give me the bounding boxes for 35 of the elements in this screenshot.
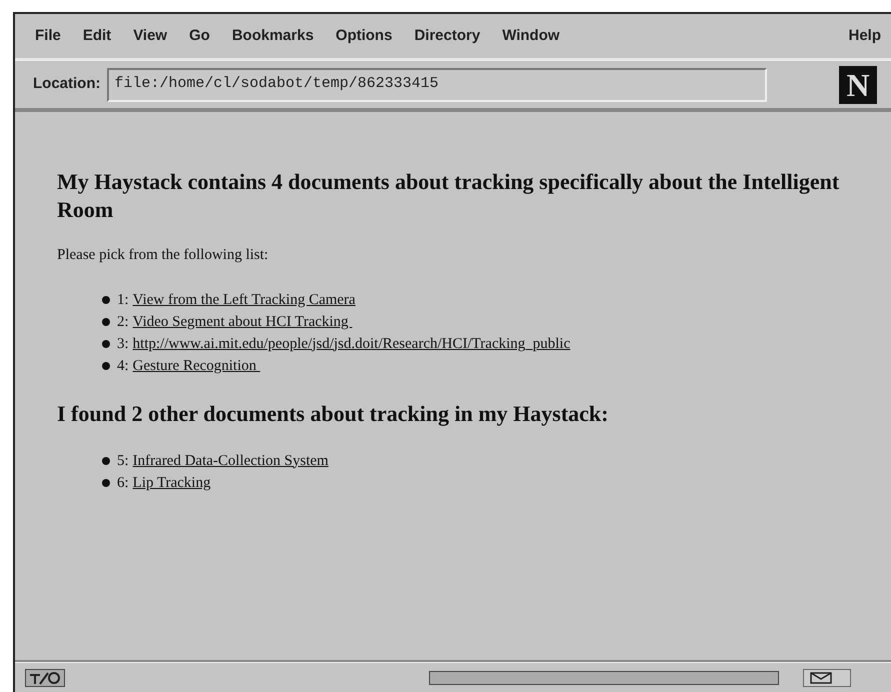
location-label: Location:	[33, 74, 100, 94]
document-link[interactable]: Lip Tracking	[132, 472, 211, 494]
menu-item[interactable]: Window	[502, 24, 560, 48]
item-number: 4:	[117, 356, 129, 376]
menu-item[interactable]: Help	[848, 24, 881, 48]
bullet-icon	[102, 296, 110, 304]
bullet-icon	[102, 318, 110, 326]
menu-item[interactable]: Edit	[82, 24, 112, 48]
section-heading: I found 2 other documents about tracking in my Haystack:	[57, 400, 610, 428]
menu-item[interactable]: Go	[189, 24, 210, 48]
document-link[interactable]: View from the Left Tracking Camera	[132, 288, 356, 310]
document-link[interactable]: http://www.ai.mit.edu/people/jsd/jsd.doit/Research/HCI/Tracking_public	[132, 332, 570, 354]
item-number: 6:	[117, 474, 129, 492]
security-icon[interactable]	[25, 668, 65, 686]
netscape-logo: N	[839, 66, 877, 104]
document-link[interactable]: Video Segment about HCI Tracking	[132, 310, 352, 332]
menu-item[interactable]: View	[133, 24, 168, 48]
intro-text: Please pick from the following list:	[57, 246, 270, 265]
bullet-icon	[102, 340, 110, 348]
location-field[interactable]: file:/home/cl/sodabot/temp/862333415	[106, 68, 766, 102]
mail-icon[interactable]	[803, 668, 851, 686]
item-number: 2:	[117, 312, 129, 332]
item-number: 1:	[117, 290, 129, 310]
menu-item[interactable]: Options	[336, 24, 392, 48]
menu-item[interactable]: File	[35, 24, 61, 48]
item-number: 3:	[117, 334, 129, 354]
item-number: 5:	[117, 452, 129, 470]
document-link[interactable]: Infrared Data-Collection System	[132, 450, 328, 472]
document-link[interactable]: Gesture Recognition	[132, 354, 260, 376]
bullet-icon	[102, 362, 110, 370]
menu-item[interactable]: Bookmarks	[232, 24, 314, 48]
menu-item[interactable]: Directory	[414, 24, 480, 48]
bullet-icon	[102, 478, 110, 486]
bullet-icon	[102, 456, 110, 464]
page-heading: My Haystack contains 4 documents about tracking specifically about the Intelligent Room	[57, 168, 840, 224]
